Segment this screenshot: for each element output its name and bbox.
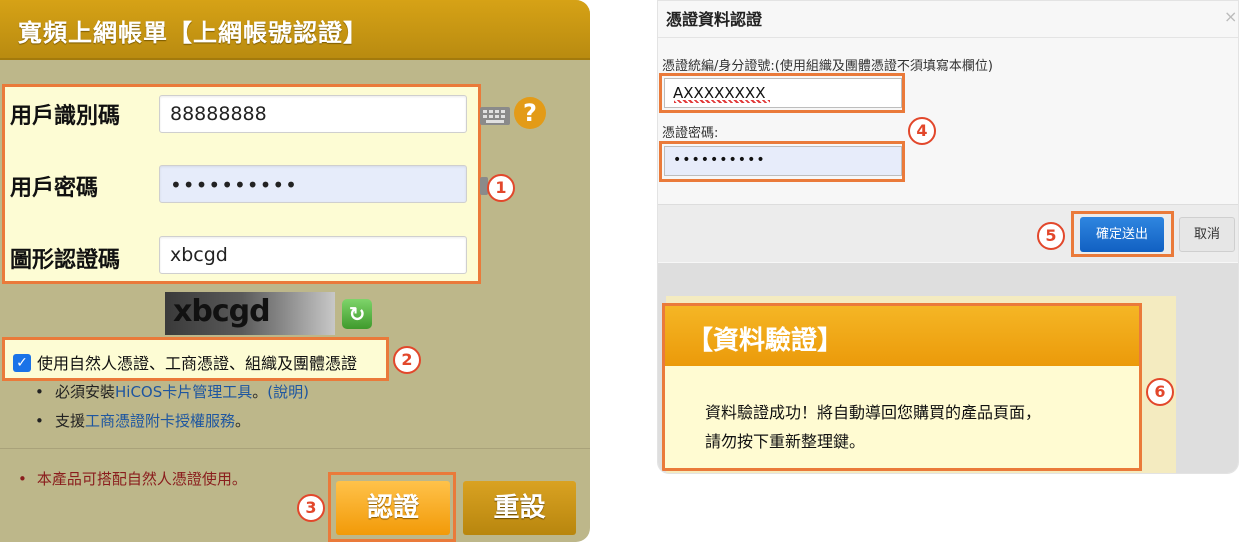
keyboard-icon[interactable] — [480, 107, 510, 125]
step-badge-5: 5 — [1037, 222, 1065, 250]
verify-line-1: 資料驗證成功！將自動導回您購買的產品頁面， — [705, 403, 1042, 422]
verification-result-card: 【資料驗證】 資料驗證成功！將自動導回您購買的產品頁面， 請勿按下重新整理鍵。 — [665, 306, 1139, 468]
product-note: 本產品可搭配自然人憑證使用。 — [18, 468, 247, 489]
verify-line-2: 請勿按下重新整理鍵。 — [705, 432, 866, 451]
bullet-text: 。 — [252, 383, 268, 401]
verify-header: 【資料驗證】 — [665, 306, 1139, 366]
step-badge-4: 4 — [908, 117, 936, 145]
cert-id-label: 憑證統編/身分證號:(使用組織及團體憑證不須填寫本欄位) — [662, 55, 993, 74]
cert-pin-label: 憑證密碼: — [662, 126, 719, 141]
captcha-image: xbcgd — [165, 292, 335, 335]
hicos-link[interactable]: HiCOS卡片管理工具 — [115, 383, 252, 401]
captcha-image-text: xbcgd — [173, 294, 271, 329]
password-input[interactable]: •••••••••• — [159, 165, 467, 203]
step-badge-3: 3 — [297, 494, 325, 522]
auth-button[interactable]: 認證 — [336, 481, 450, 535]
spellcheck-underline — [674, 100, 770, 103]
broadband-login-panel: 寬頻上網帳單【上網帳號認證】 用戶識別碼 88888888 ? 用戶密碼 •••… — [0, 0, 590, 542]
bullet-text: 必須安裝 — [55, 383, 116, 401]
step-badge-2: 2 — [393, 346, 421, 374]
step-badge-1: 1 — [487, 174, 515, 202]
user-id-input[interactable]: 88888888 — [159, 95, 467, 133]
cert-id-input[interactable]: AXXXXXXXX — [664, 78, 902, 108]
confirm-submit-button[interactable]: 確定送出 — [1080, 217, 1164, 252]
user-id-label: 用戶識別碼 — [10, 104, 121, 129]
verify-title: 【資料驗證】 — [687, 326, 844, 356]
refresh-captcha-icon[interactable]: ↻ — [342, 299, 372, 329]
divider — [658, 37, 1238, 38]
captcha-label: 圖形認證碼 — [10, 248, 121, 273]
bullet-text: 。 — [235, 412, 251, 430]
panel-title-bar: 寬頻上網帳單【上網帳號認證】 — [0, 0, 590, 60]
reset-button[interactable]: 重設 — [463, 481, 576, 535]
list-item: 必須安裝HiCOS卡片管理工具。(說明) — [35, 378, 309, 407]
password-label: 用戶密碼 — [10, 176, 99, 201]
close-icon[interactable]: × — [1224, 7, 1237, 26]
page-title: 寬頻上網帳單【上網帳號認證】 — [18, 19, 368, 47]
cert-id-label-text: 憑證統編/身分證號 — [662, 59, 771, 74]
cancel-button[interactable]: 取消 — [1179, 217, 1235, 252]
cert-id-note: :(使用組織及團體憑證不須填寫本欄位) — [770, 59, 993, 74]
verify-message: 資料驗證成功！將自動導回您購買的產品頁面， 請勿按下重新整理鍵。 — [705, 398, 1041, 456]
certificate-checkbox-row[interactable]: ✓ 使用自然人憑證、工商憑證、組織及團體憑證 — [2, 337, 389, 381]
step-badge-6: 6 — [1146, 378, 1174, 406]
bullet-text: 支援 — [55, 412, 86, 430]
divider — [0, 448, 590, 449]
checkbox-checked-icon[interactable]: ✓ — [13, 354, 31, 372]
list-item: 支援工商憑證附卡授權服務。 — [35, 407, 309, 436]
requirements-list: 必須安裝HiCOS卡片管理工具。(說明) 支援工商憑證附卡授權服務。 — [35, 378, 309, 436]
certificate-auth-dialog: 憑證資料認證 × 憑證統編/身分證號:(使用組織及團體憑證不須填寫本欄位) AX… — [657, 0, 1239, 474]
business-cert-link[interactable]: 工商憑證附卡授權服務 — [85, 412, 235, 430]
instructions-link[interactable]: (說明) — [267, 383, 309, 401]
certificate-checkbox-label: 使用自然人憑證、工商憑證、組織及團體憑證 — [37, 354, 358, 373]
captcha-input[interactable]: xbcgd — [159, 236, 467, 274]
cert-pin-input[interactable]: •••••••••• — [664, 146, 902, 176]
help-icon[interactable]: ? — [514, 97, 546, 129]
dialog-title: 憑證資料認證 — [666, 10, 763, 29]
